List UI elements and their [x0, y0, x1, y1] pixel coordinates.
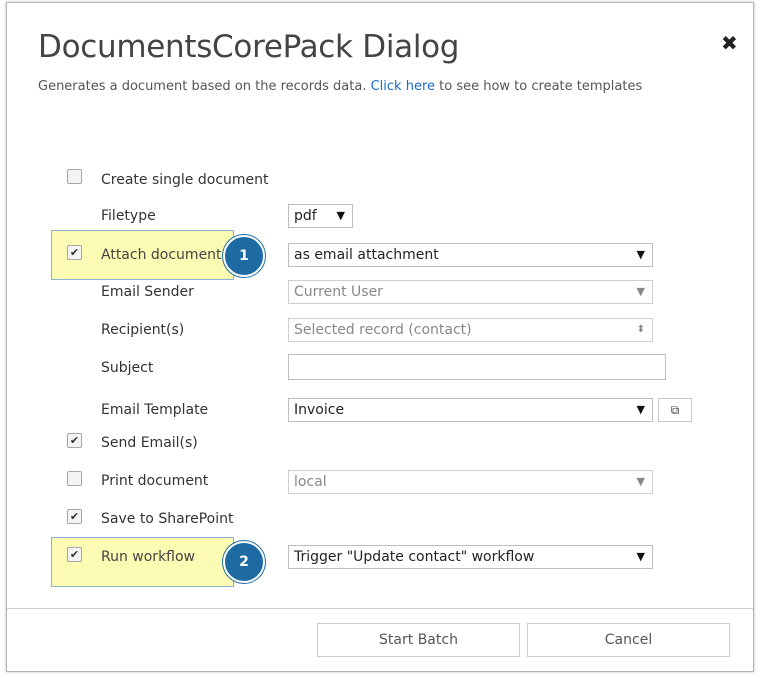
save-sharepoint-checkbox[interactable] [67, 509, 82, 524]
help-link[interactable]: Click here [371, 79, 435, 94]
step-1-badge: 1 [223, 235, 265, 277]
attach-document-checkbox[interactable] [67, 245, 82, 260]
filetype-label: Filetype [101, 208, 156, 224]
save-sharepoint-label: Save to SharePoint [101, 511, 234, 527]
dropdown-arrow-icon: ▼ [636, 403, 645, 416]
create-single-checkbox[interactable] [67, 169, 82, 184]
print-document-label: Print document [101, 473, 209, 489]
filetype-select[interactable]: pdf ▼ [288, 204, 353, 228]
external-link-icon: ⧉ [670, 403, 680, 417]
step-2-badge: 2 [223, 541, 265, 583]
workflow-select[interactable]: Trigger "Update contact" workflow ▼ [288, 545, 653, 569]
dropdown-arrow-icon: ▼ [336, 209, 345, 222]
subject-input[interactable] [288, 354, 666, 380]
updown-arrow-icon: ⬍ [636, 324, 645, 335]
print-location-select[interactable]: local ▼ [288, 470, 653, 494]
open-template-button[interactable]: ⧉ [658, 398, 692, 422]
footer-divider [7, 608, 753, 609]
workflow-value: Trigger "Update contact" workflow [294, 549, 535, 565]
print-document-checkbox[interactable] [67, 471, 82, 486]
documentscorepack-dialog: DocumentsCorePack Dialog ✖ Generates a d… [6, 2, 754, 672]
send-email-label: Send Email(s) [101, 435, 198, 451]
email-template-value: Invoice [294, 402, 345, 418]
subject-label: Subject [101, 360, 154, 376]
attach-method-select[interactable]: as email attachment ▼ [288, 243, 653, 267]
email-template-select[interactable]: Invoice ▼ [288, 398, 653, 422]
cancel-button[interactable]: Cancel [527, 623, 730, 657]
email-sender-label: Email Sender [101, 284, 194, 300]
create-single-label: Create single document [101, 172, 269, 188]
dialog-subtitle: Generates a document based on the record… [38, 79, 642, 94]
attach-method-value: as email attachment [294, 247, 439, 263]
subtitle-suffix: to see how to create templates [439, 79, 643, 94]
recipients-select[interactable]: Selected record (contact) ⬍ [288, 318, 653, 342]
email-template-label: Email Template [101, 402, 209, 418]
dropdown-arrow-icon: ▼ [636, 248, 645, 261]
close-icon[interactable]: ✖ [721, 31, 738, 55]
email-sender-value: Current User [294, 284, 383, 300]
print-location-value: local [294, 474, 327, 490]
recipients-value: Selected record (contact) [294, 322, 472, 338]
filetype-value: pdf [294, 208, 317, 224]
attach-document-label: Attach document [101, 247, 222, 263]
send-email-checkbox[interactable] [67, 433, 82, 448]
subtitle-text: Generates a document based on the record… [38, 79, 367, 94]
email-sender-select[interactable]: Current User ▼ [288, 280, 653, 304]
dropdown-arrow-icon: ▼ [636, 550, 645, 563]
dialog-title: DocumentsCorePack Dialog [38, 29, 460, 65]
start-batch-button[interactable]: Start Batch [317, 623, 520, 657]
dropdown-arrow-icon: ▼ [636, 475, 645, 488]
run-workflow-checkbox[interactable] [67, 547, 82, 562]
recipients-label: Recipient(s) [101, 322, 185, 338]
dropdown-arrow-icon: ▼ [636, 285, 645, 298]
run-workflow-label: Run workflow [101, 549, 196, 565]
